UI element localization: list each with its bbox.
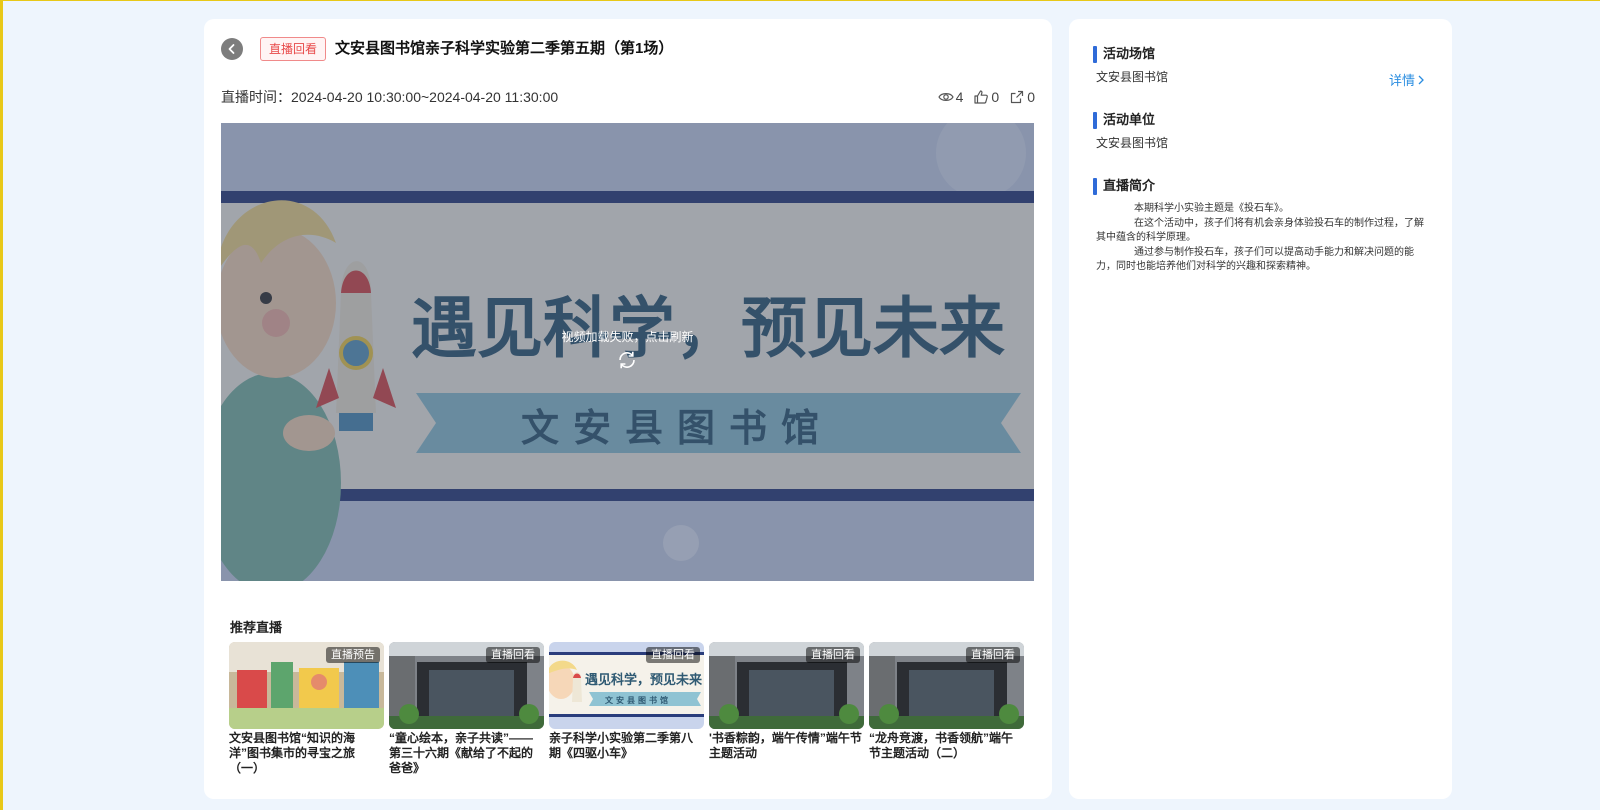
- recommend-thumbnail: 直播回看: [869, 642, 1024, 729]
- thumbs-up-icon: [974, 90, 989, 104]
- chevron-left-icon: [228, 44, 235, 54]
- intro-paragraph: 本期科学小实验主题是《投石车》。: [1134, 203, 1289, 214]
- views-count: 4: [955, 89, 964, 105]
- recommend-thumb-sub: 文安县图书馆: [605, 695, 671, 705]
- intro-text: 本期科学小实验主题是《投石车》。 在这个活动中，孩子们将有机会亲身体验投石车的制…: [1096, 202, 1426, 275]
- recommend-card[interactable]: 直播回看 '书香粽韵，端午传情”端午节主题活动: [709, 642, 864, 776]
- likes-stat[interactable]: 0: [973, 87, 999, 107]
- page-title: 文安县图书馆亲子科学实验第二季第五期（第1场）: [335, 40, 674, 57]
- recommend-badge: 直播回看: [966, 647, 1020, 663]
- recommend-section-title: 推荐直播: [230, 620, 283, 635]
- share-icon: [1011, 90, 1024, 104]
- recommend-card-title: '书香粽韵，端午传情”端午节主题活动: [709, 731, 862, 760]
- venue-section: 活动场馆 文安县图书馆: [1093, 45, 1168, 84]
- recommend-thumbnail: 直播回看: [389, 642, 544, 729]
- detail-link-label: 详情: [1388, 73, 1415, 88]
- intro-title: 直播简介: [1103, 178, 1156, 193]
- organizer-value: 文安县图书馆: [1096, 136, 1169, 150]
- intro-section: 直播简介: [1093, 177, 1155, 195]
- venue-title: 活动场馆: [1103, 46, 1156, 61]
- section-accent-bar: [1093, 177, 1097, 195]
- recommend-card-title: “龙舟竞渡，书香领航”端午节主题活动（二）: [869, 731, 1014, 760]
- recommend-thumbnail: 遇见科学，预见未来 文安县图书馆 直播回看: [549, 642, 704, 729]
- venue-heading: 活动场馆: [1093, 45, 1168, 63]
- recommend-list: 直播预告 文安县图书馆“知识的海洋”图书集市的寻宝之旅（一） 直播回看 “童心绘…: [229, 642, 1024, 776]
- recommend-badge: 直播回看: [486, 647, 540, 663]
- organizer-section: 活动单位 文安县图书馆: [1093, 111, 1168, 150]
- section-accent-bar: [1093, 45, 1097, 63]
- venue-detail-link[interactable]: 详情: [1389, 70, 1425, 89]
- live-time: 直播时间：2024-04-20 10:30:00~2024-04-20 11:3…: [221, 87, 558, 107]
- recommend-card-title: 亲子科学小实验第二季第八期《四驱小车》: [549, 731, 694, 760]
- shares-count: 0: [1027, 89, 1035, 105]
- recommend-thumb-text: 遇见科学，预见未来: [585, 672, 703, 688]
- recommend-card[interactable]: 遇见科学，预见未来 文安县图书馆 直播回看 亲子科学小实验第二季第八期《四驱小车…: [549, 642, 704, 776]
- recommend-card[interactable]: 直播回看 “童心绘本，亲子共读”——第三十六期《献给了不起的爸爸》: [389, 642, 544, 776]
- stats-bar: 4 0 0: [937, 87, 1035, 107]
- views-stat: 4: [937, 87, 964, 107]
- reload-icon[interactable]: [616, 349, 638, 371]
- recommend-thumbnail: 直播预告: [229, 642, 384, 729]
- recommend-card[interactable]: 直播回看 “龙舟竞渡，书香领航”端午节主题活动（二）: [869, 642, 1024, 776]
- recommend-thumbnail: 直播回看: [709, 642, 864, 729]
- chevron-right-icon: [1418, 75, 1424, 84]
- recommend-badge: 直播预告: [326, 647, 380, 663]
- status-badge: 直播回看: [260, 37, 327, 61]
- recommend-badge: 直播回看: [806, 647, 860, 663]
- eye-icon: [937, 93, 954, 101]
- live-time-label: 直播时间：: [221, 89, 291, 105]
- intro-heading: 直播简介: [1093, 177, 1155, 195]
- video-error-text: 视频加载失败，点击刷新: [561, 330, 694, 344]
- section-accent-bar: [1093, 111, 1097, 129]
- live-time-value: 2024-04-20 10:30:00~2024-04-20 11:30:00: [291, 89, 559, 105]
- video-player[interactable]: 遇见科学，预见未来 文安县图书馆 视频加载失败，点击刷新: [221, 123, 1034, 581]
- recommend-card-title: 文安县图书馆“知识的海洋”图书集市的寻宝之旅（一）: [229, 731, 356, 775]
- shares-stat[interactable]: 0: [1009, 87, 1035, 107]
- recommend-badge: 直播回看: [646, 647, 700, 663]
- likes-count: 0: [991, 89, 1000, 105]
- recommend-card-title: “童心绘本，亲子共读”——第三十六期《献给了不起的爸爸》: [389, 731, 534, 775]
- venue-value: 文安县图书馆: [1096, 70, 1169, 84]
- organizer-heading: 活动单位: [1093, 111, 1168, 129]
- intro-paragraph: 在这个活动中，孩子们将有机会亲身体验投石车的制作过程，了解其中蕴含的科学原理。: [1096, 217, 1424, 244]
- organizer-title: 活动单位: [1103, 112, 1156, 127]
- intro-paragraph: 通过参与制作投石车，孩子们可以提高动手能力和解决问题的能力，同时也能培养他们对科…: [1096, 246, 1414, 273]
- recommend-card[interactable]: 直播预告 文安县图书馆“知识的海洋”图书集市的寻宝之旅（一）: [229, 642, 384, 776]
- back-button[interactable]: [221, 38, 243, 60]
- side-panel: 活动场馆 文安县图书馆 详情 活动单位 文安县图书馆 直播简介 本期科学小实验主…: [1069, 19, 1452, 799]
- main-panel: 直播回看 文安县图书馆亲子科学实验第二季第五期（第1场） 直播时间：2024-0…: [204, 19, 1052, 799]
